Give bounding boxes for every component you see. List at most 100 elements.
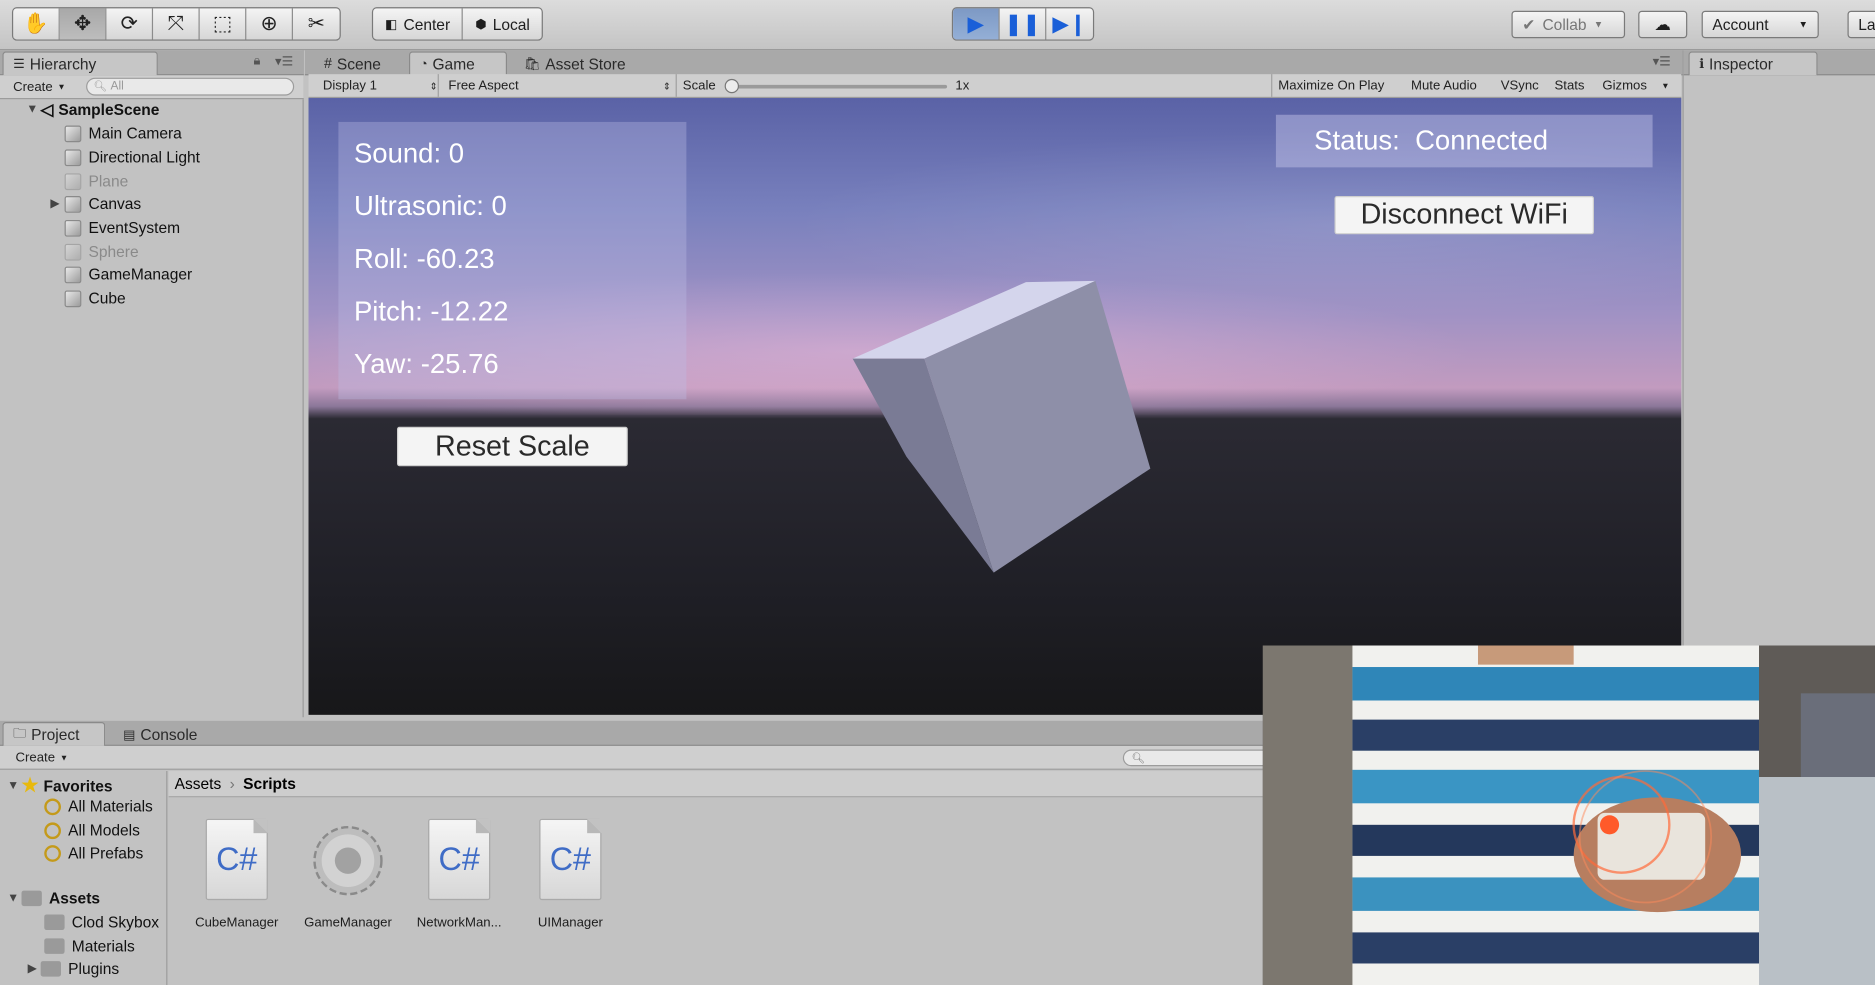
hierarchy-item-directional-light[interactable]: Directional Light xyxy=(64,146,200,169)
play-icon[interactable]: ▶ xyxy=(953,8,1000,40)
inspector-tab-label: Inspector xyxy=(1709,54,1773,73)
pivot-center-button[interactable]: ◧ Center xyxy=(373,8,464,40)
asset-cubemanager[interactable]: C# CubeManager xyxy=(179,818,294,930)
item-label: Main Camera xyxy=(88,124,182,143)
csharp-script-icon: C# xyxy=(428,818,491,901)
chevron-down-icon: ▼ xyxy=(1798,19,1809,30)
list-icon: ☰ xyxy=(13,57,25,72)
asset-gamemanager[interactable]: GameManager xyxy=(291,819,406,930)
panel-menu-icon[interactable]: ▾☰ xyxy=(275,54,293,69)
local-space-icon: ⬢ xyxy=(475,17,487,32)
pivot-toggle-group: ◧ Center ⬢ Local xyxy=(371,7,544,41)
hierarchy-item-cube[interactable]: Cube xyxy=(64,287,126,310)
hierarchy-strip: Create ▼ 🔍︎ All xyxy=(0,75,304,100)
favorites-node[interactable]: ▼ ★ Favorites xyxy=(5,773,113,797)
assets-node[interactable]: ▼ Assets xyxy=(5,889,100,907)
account-dropdown[interactable]: Account ▼ xyxy=(1701,10,1819,39)
panel-menu-icon[interactable]: ▾☰ xyxy=(1653,54,1671,69)
custom-tool-icon[interactable]: ✂ xyxy=(293,8,340,39)
project-create-dropdown[interactable]: Create ▼ xyxy=(16,748,69,767)
hand-tool-icon[interactable]: ✋ xyxy=(13,8,60,40)
hierarchy-item-plane[interactable]: Plane xyxy=(64,170,129,193)
scale-slider-handle[interactable] xyxy=(724,78,739,94)
info-icon: ℹ xyxy=(1699,57,1705,72)
item-label: Plane xyxy=(88,172,129,191)
create-label: Create xyxy=(15,750,56,766)
breadcrumb: Assets › Scripts xyxy=(168,771,1263,798)
cloud-button[interactable]: ☁ xyxy=(1638,10,1688,39)
hierarchy-item-main-camera[interactable]: Main Camera xyxy=(64,122,182,145)
transform-tool-icon[interactable]: ⊕ xyxy=(246,8,293,40)
breadcrumb-assets[interactable]: Assets xyxy=(175,775,222,793)
collab-button[interactable]: ✔ Collab ▼ xyxy=(1511,10,1626,39)
aspect-dropdown[interactable]: Free Aspect ⇕ xyxy=(448,77,670,96)
expand-arrow-icon[interactable]: ▼ xyxy=(24,103,41,116)
favorite-all-prefabs[interactable]: All Prefabs xyxy=(44,844,143,862)
tab-inspector[interactable]: ℹ Inspector xyxy=(1688,51,1818,76)
lock-icon[interactable]: 🔒︎ xyxy=(254,54,261,70)
gameobject-icon xyxy=(64,265,82,283)
tab-game[interactable]: ◔ Game xyxy=(408,51,508,76)
expand-arrow-icon[interactable]: ▶ xyxy=(45,197,64,210)
stats-label: Stats xyxy=(1554,78,1585,94)
hierarchy-item-gamemanager[interactable]: GameManager xyxy=(64,263,192,286)
expand-arrow-icon[interactable]: ▼ xyxy=(5,779,22,792)
scale-tool-icon[interactable]: ⤧ xyxy=(153,8,200,40)
folder-clod-skybox[interactable]: Clod Skybox xyxy=(44,913,159,931)
updown-arrow-icon: ⇕ xyxy=(662,80,671,92)
favorite-all-models[interactable]: All Models xyxy=(44,821,140,839)
scene-root[interactable]: ▼ ◁ SampleScene xyxy=(0,98,304,121)
gameobject-icon xyxy=(64,195,82,213)
game-viewport[interactable]: Sound: 0 Ultrasonic: 0 Roll: -60.23 Pitc… xyxy=(308,98,1682,715)
scale-value-text: 1x xyxy=(955,78,970,94)
expand-arrow-icon[interactable]: ▼ xyxy=(5,892,22,905)
divider xyxy=(437,74,439,97)
step-icon[interactable]: ▶❙ xyxy=(1046,8,1093,39)
mute-audio-toggle[interactable]: Mute Audio xyxy=(1411,77,1477,96)
star-icon: ★ xyxy=(21,775,39,797)
tab-asset-store[interactable]: 🛍︎ Asset Store xyxy=(514,51,635,75)
expand-arrow-icon[interactable]: ▶ xyxy=(24,962,41,975)
hierarchy-create-dropdown[interactable]: Create ▼ xyxy=(13,78,66,97)
display-dropdown[interactable]: Display 1 ⇕ xyxy=(323,77,438,96)
search-icon: 🔍︎ xyxy=(93,80,107,93)
folder-plugins[interactable]: ▶ Plugins xyxy=(24,960,119,978)
gizmos-dropdown[interactable]: Gizmos ▼ xyxy=(1602,77,1669,96)
item-label: EventSystem xyxy=(88,218,181,237)
hierarchy-item-canvas[interactable]: ▶ Canvas xyxy=(45,192,141,215)
hierarchy-panel: ☰ Hierarchy 🔒︎ ▾☰ Create ▼ 🔍︎ All ▼ ◁ Sa… xyxy=(0,50,304,718)
favorite-all-materials[interactable]: All Materials xyxy=(44,797,153,815)
hierarchy-search-input[interactable]: 🔍︎ All xyxy=(86,77,295,96)
tab-hierarchy[interactable]: ☰ Hierarchy xyxy=(2,51,158,76)
search-icon xyxy=(44,821,61,839)
project-search-input[interactable]: 🔍︎ xyxy=(1122,749,1273,767)
rotate-tool-icon[interactable]: ⟳ xyxy=(106,8,154,40)
space-local-button[interactable]: ⬢ Local xyxy=(463,8,542,39)
scale-value: 1x xyxy=(955,77,969,96)
move-tool-icon[interactable]: ✥ xyxy=(59,8,107,40)
stats-toggle[interactable]: Stats xyxy=(1555,77,1585,96)
layers-dropdown[interactable]: La xyxy=(1847,10,1875,39)
create-label: Create xyxy=(13,80,53,95)
folder-materials[interactable]: Materials xyxy=(44,937,135,955)
tab-console[interactable]: ▤ Console xyxy=(114,722,207,746)
tab-project[interactable]: 🗀 Project xyxy=(2,722,106,746)
rect-tool-icon[interactable]: ⬚ xyxy=(200,8,247,40)
folder-label: Materials xyxy=(71,937,135,956)
asset-uimanager[interactable]: C# UIManager xyxy=(513,818,628,930)
maximize-on-play-toggle[interactable]: Maximize On Play xyxy=(1278,77,1384,96)
pause-icon[interactable]: ❚❚ xyxy=(1000,8,1047,40)
chevron-down-icon: ▼ xyxy=(57,83,66,92)
hierarchy-item-sphere[interactable]: Sphere xyxy=(64,240,139,263)
breadcrumb-scripts[interactable]: Scripts xyxy=(243,775,296,793)
divider xyxy=(675,74,677,97)
assets-label: Assets xyxy=(49,889,101,908)
vsync-toggle[interactable]: VSync xyxy=(1501,77,1539,96)
hierarchy-item-eventsystem[interactable]: EventSystem xyxy=(64,216,181,239)
scale-slider-track[interactable] xyxy=(728,84,948,89)
scale-text: Scale xyxy=(682,78,716,94)
tab-scene[interactable]: # Scene xyxy=(314,51,390,75)
mute-label: Mute Audio xyxy=(1411,78,1477,94)
asset-networkmanager[interactable]: C# NetworkMan... xyxy=(402,818,517,930)
folder-icon xyxy=(21,890,42,907)
